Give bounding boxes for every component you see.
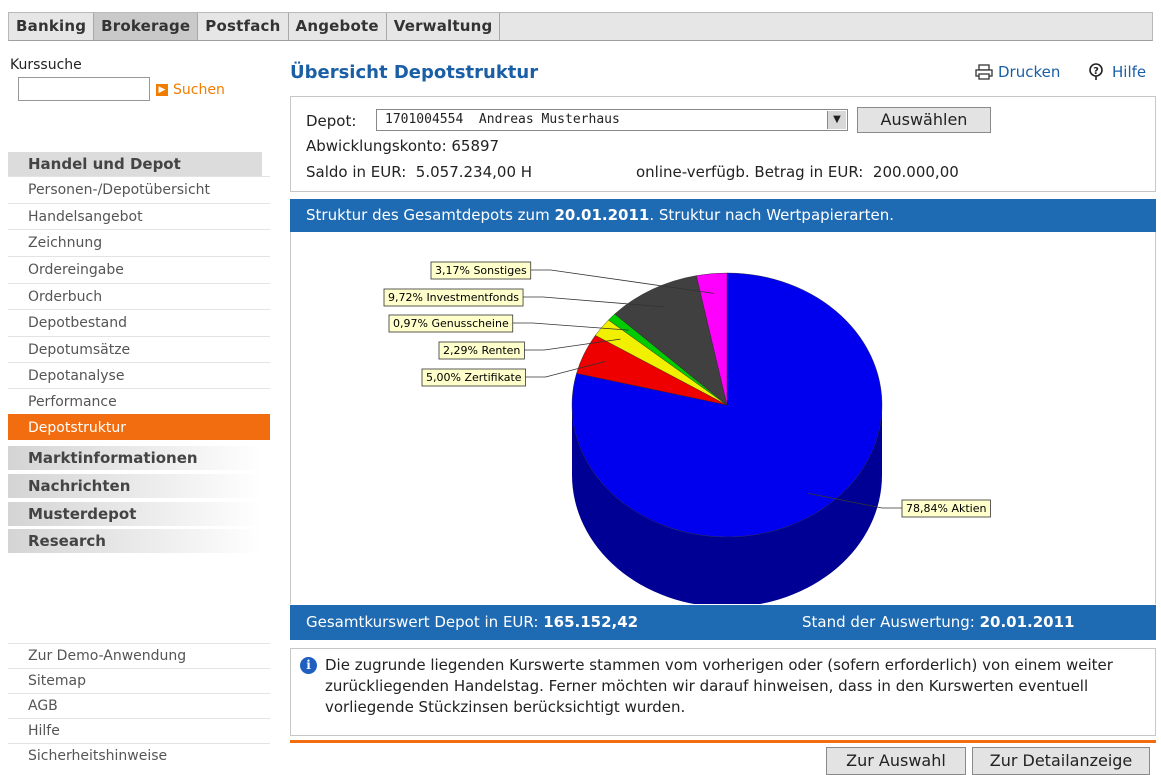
page-title: Übersicht Depotstruktur xyxy=(290,62,539,83)
pie-chart: 78,84% Aktien 5,00% Zertifikate 2,29% Rent… xyxy=(383,261,991,604)
total-label: Gesamtkurswert Depot in EUR: xyxy=(306,613,539,631)
section-handel-und-depot[interactable]: Handel und Depot xyxy=(8,152,262,176)
detail-view-button[interactable]: Zur Detailanzeige xyxy=(972,747,1150,775)
back-to-selection-button[interactable]: Zur Auswahl xyxy=(826,747,966,775)
link-demo-anwendung[interactable]: Zur Demo-Anwendung xyxy=(8,643,270,667)
depot-select[interactable]: 1701004554 Andreas Musterhaus ▼ xyxy=(376,109,848,131)
svg-text:?: ? xyxy=(1093,66,1099,77)
structure-heading-suffix: . Struktur nach Wertpapierarten. xyxy=(649,206,894,224)
link-hilfe[interactable]: Hilfe xyxy=(8,718,270,742)
tab-brokerage[interactable]: Brokerage xyxy=(94,13,199,40)
arrow-right-icon: ▶ xyxy=(156,84,168,96)
sidebar-item-personen-depotuebersicht[interactable]: Personen-/Depotübersicht xyxy=(8,176,270,202)
depot-select-value: 1701004554 Andreas Musterhaus xyxy=(385,112,620,127)
link-agb[interactable]: AGB xyxy=(8,693,270,717)
evaluation-date-label: Stand der Auswertung: xyxy=(802,613,975,631)
help-icon: ? xyxy=(1089,63,1103,80)
help-link[interactable]: ? Hilfe xyxy=(1088,63,1146,81)
section-nachrichten[interactable]: Nachrichten xyxy=(8,474,262,498)
sidebar-item-depotbestand[interactable]: Depotbestand xyxy=(8,309,270,335)
help-label: Hilfe xyxy=(1112,63,1147,81)
search-button-label: Suchen xyxy=(173,82,225,98)
sidebar-item-depotstruktur[interactable]: Depotstruktur xyxy=(8,414,270,440)
pie-label-5: 3,17% Sonstiges xyxy=(435,264,527,277)
tab-verwaltung[interactable]: Verwaltung xyxy=(387,13,501,40)
structure-heading: Struktur des Gesamtdepots zum 20.01.2011… xyxy=(290,199,1156,232)
pie-label-3: 0,97% Genusscheine xyxy=(393,317,509,330)
pie-label-2: 2,29% Renten xyxy=(443,344,520,357)
search-button[interactable]: ▶ Suchen xyxy=(156,82,225,98)
structure-date: 20.01.2011 xyxy=(554,206,650,224)
pie-label-1: 5,00% Zertifikate xyxy=(426,371,522,384)
divider xyxy=(290,740,1156,743)
balance: Saldo in EUR: 5.057.234,00 H xyxy=(306,163,533,181)
search-label: Kurssuche xyxy=(10,57,82,73)
section-musterdepot[interactable]: Musterdepot xyxy=(8,502,262,526)
link-sitemap[interactable]: Sitemap xyxy=(8,668,270,692)
sidebar-item-zeichnung[interactable]: Zeichnung xyxy=(8,229,270,255)
print-label: Drucken xyxy=(998,63,1061,81)
info-text: Die zugrunde liegenden Kurswerte stammen… xyxy=(325,656,1113,716)
section-marktinformationen[interactable]: Marktinformationen xyxy=(8,446,262,470)
sidebar-item-ordereingabe[interactable]: Ordereingabe xyxy=(8,256,270,282)
depot-label: Depot: xyxy=(306,112,357,130)
evaluation-date-text: Stand der Auswertung: 20.01.2011 xyxy=(802,605,1074,640)
tab-angebote[interactable]: Angebote xyxy=(289,13,387,40)
info-icon: i xyxy=(300,657,317,674)
select-depot-button[interactable]: Auswählen xyxy=(857,107,991,133)
pie-label-4: 9,72% Investmentfonds xyxy=(388,291,519,304)
sidebar-item-performance[interactable]: Performance xyxy=(8,388,270,414)
top-navigation: Banking Brokerage Postfach Angebote Verw… xyxy=(8,12,1153,41)
search-input[interactable] xyxy=(18,77,150,101)
sidebar-item-depotanalyse[interactable]: Depotanalyse xyxy=(8,362,270,388)
tab-banking[interactable]: Banking xyxy=(9,13,95,40)
sidebar-item-handelsangebot[interactable]: Handelsangebot xyxy=(8,203,270,229)
printer-icon xyxy=(975,64,993,80)
available-amount: online-verfügb. Betrag in EUR: 200.000,0… xyxy=(636,163,959,181)
settlement-account: Abwicklungskonto: 65897 xyxy=(306,137,500,155)
print-link[interactable]: Drucken xyxy=(975,63,1060,81)
structure-heading-prefix: Struktur des Gesamtdepots zum xyxy=(306,206,555,224)
pie-label-0: 78,84% Aktien xyxy=(906,502,986,515)
tab-postfach[interactable]: Postfach xyxy=(198,13,289,40)
total-value-text: Gesamtkurswert Depot in EUR: 165.152,42 xyxy=(306,605,638,640)
evaluation-date: 20.01.2011 xyxy=(979,613,1075,631)
section-research[interactable]: Research xyxy=(8,529,262,553)
dropdown-arrow-icon: ▼ xyxy=(827,111,846,129)
link-sicherheitshinweise[interactable]: Sicherheitshinweise xyxy=(8,743,270,767)
total-value: 165.152,42 xyxy=(543,613,639,631)
sidebar-item-orderbuch[interactable]: Orderbuch xyxy=(8,283,270,309)
sidebar-item-depotumsaetze[interactable]: Depotumsätze xyxy=(8,336,270,362)
